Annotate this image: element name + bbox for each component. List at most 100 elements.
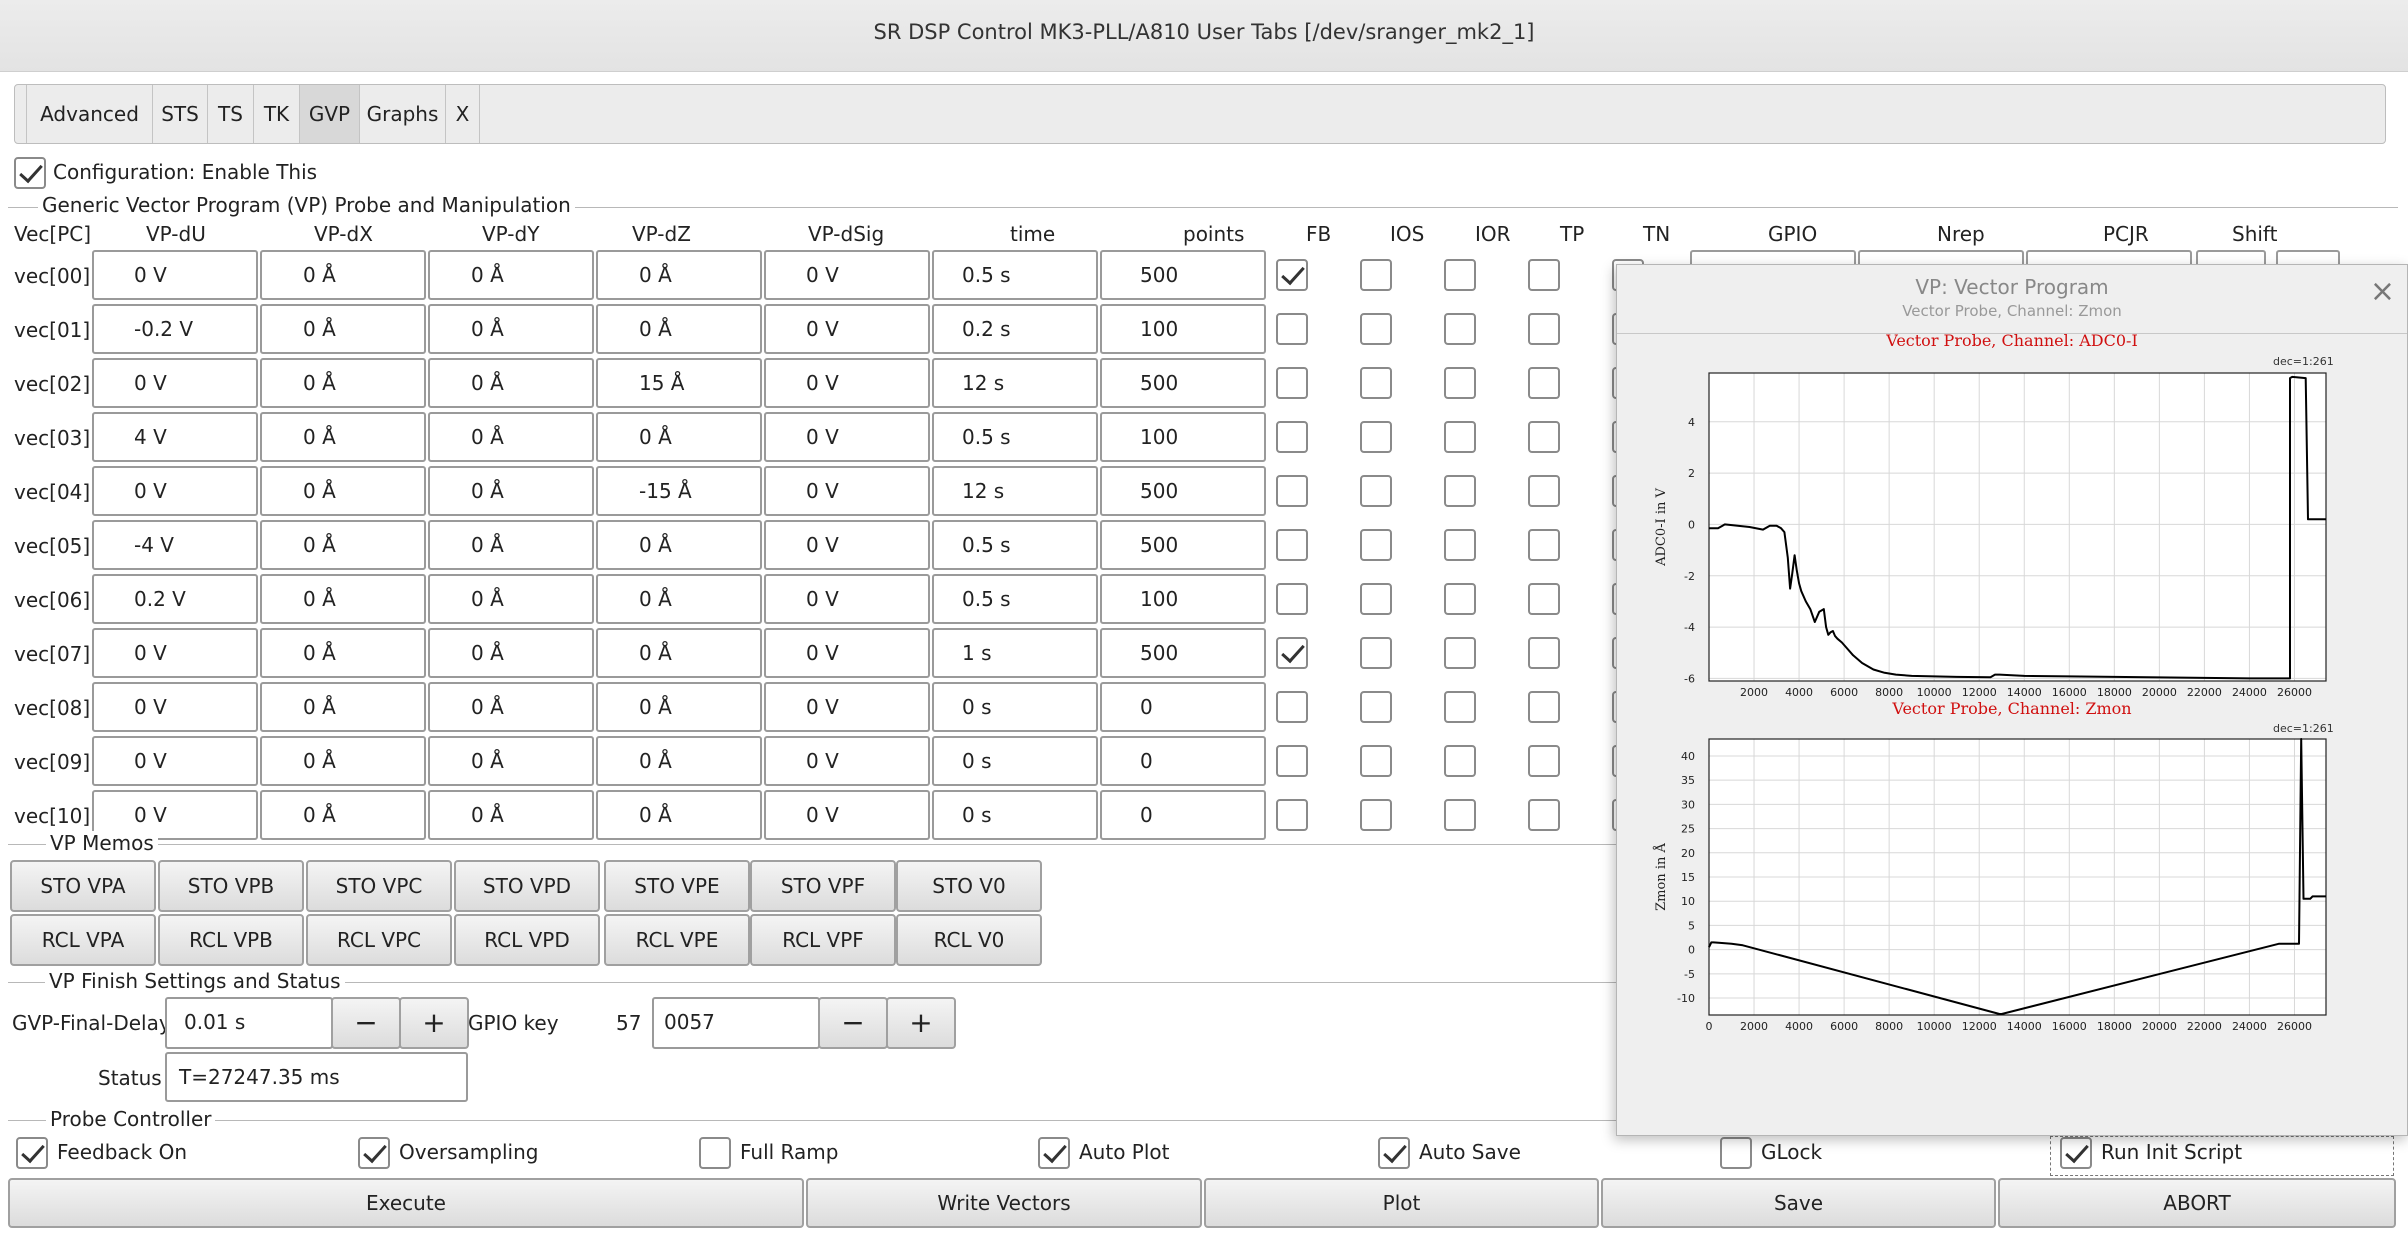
tab-graphs[interactable]: Graphs bbox=[360, 85, 446, 143]
vp-time-input[interactable]: 0.5 s bbox=[932, 412, 1098, 462]
ios-checkbox[interactable] bbox=[1360, 637, 1392, 669]
vp-dy-input[interactable]: 0 Å bbox=[428, 304, 594, 354]
sto-vpa-button[interactable]: STO VPA bbox=[10, 860, 156, 912]
ios-checkbox[interactable] bbox=[1360, 313, 1392, 345]
vp-points-input[interactable]: 500 bbox=[1100, 628, 1266, 678]
save-button[interactable]: Save bbox=[1601, 1178, 1996, 1228]
tab-sts[interactable]: STS bbox=[153, 85, 208, 143]
vp-du-input[interactable]: 0.2 V bbox=[92, 574, 258, 624]
fb-checkbox[interactable] bbox=[1276, 475, 1308, 507]
full-ramp-checkbox[interactable] bbox=[699, 1137, 731, 1169]
vp-time-input[interactable]: 12 s bbox=[932, 466, 1098, 516]
vp-du-input[interactable]: 0 V bbox=[92, 466, 258, 516]
vp-time-input[interactable]: 0.2 s bbox=[932, 304, 1098, 354]
vp-dy-input[interactable]: 0 Å bbox=[428, 358, 594, 408]
vp-dx-input[interactable]: 0 Å bbox=[260, 466, 426, 516]
sto-vpe-button[interactable]: STO VPE bbox=[604, 860, 750, 912]
tp-checkbox[interactable] bbox=[1528, 475, 1560, 507]
ior-checkbox[interactable] bbox=[1444, 799, 1476, 831]
fb-checkbox[interactable] bbox=[1276, 313, 1308, 345]
close-icon[interactable]: × bbox=[2370, 277, 2395, 307]
delay-increment-button[interactable]: + bbox=[399, 997, 469, 1049]
vp-dsig-input[interactable]: 0 V bbox=[764, 736, 930, 786]
vp-dz-input[interactable]: 0 Å bbox=[596, 736, 762, 786]
fb-checkbox[interactable] bbox=[1276, 529, 1308, 561]
vp-points-input[interactable]: 0 bbox=[1100, 682, 1266, 732]
fb-checkbox[interactable] bbox=[1276, 745, 1308, 777]
sto-vpc-button[interactable]: STO VPC bbox=[306, 860, 452, 912]
oversampling-checkbox[interactable] bbox=[358, 1137, 390, 1169]
rcl-vpa-button[interactable]: RCL VPA bbox=[10, 914, 156, 966]
tp-checkbox[interactable] bbox=[1528, 583, 1560, 615]
vp-dy-input[interactable]: 0 Å bbox=[428, 736, 594, 786]
vp-dz-input[interactable]: -15 Å bbox=[596, 466, 762, 516]
tp-checkbox[interactable] bbox=[1528, 745, 1560, 777]
sto-vpf-button[interactable]: STO VPF bbox=[750, 860, 896, 912]
fb-checkbox[interactable] bbox=[1276, 367, 1308, 399]
ior-checkbox[interactable] bbox=[1444, 583, 1476, 615]
fb-checkbox[interactable] bbox=[1276, 691, 1308, 723]
vp-points-input[interactable]: 0 bbox=[1100, 790, 1266, 840]
vp-du-input[interactable]: -4 V bbox=[92, 520, 258, 570]
vp-dsig-input[interactable]: 0 V bbox=[764, 628, 930, 678]
vp-dz-input[interactable]: 0 Å bbox=[596, 790, 762, 840]
tab-gvp[interactable]: GVP bbox=[300, 85, 360, 143]
vp-dsig-input[interactable]: 0 V bbox=[764, 412, 930, 462]
glock-checkbox[interactable] bbox=[1720, 1137, 1752, 1169]
vp-du-input[interactable]: 0 V bbox=[92, 628, 258, 678]
vp-dx-input[interactable]: 0 Å bbox=[260, 574, 426, 624]
vp-dz-input[interactable]: 0 Å bbox=[596, 412, 762, 462]
gpio-decrement-button[interactable]: − bbox=[818, 997, 888, 1049]
vp-dsig-input[interactable]: 0 V bbox=[764, 358, 930, 408]
vp-dx-input[interactable]: 0 Å bbox=[260, 628, 426, 678]
vp-dx-input[interactable]: 0 Å bbox=[260, 304, 426, 354]
vp-points-input[interactable]: 100 bbox=[1100, 412, 1266, 462]
vp-points-input[interactable]: 500 bbox=[1100, 466, 1266, 516]
tab-advanced[interactable]: Advanced bbox=[27, 85, 153, 143]
auto-save-checkbox[interactable] bbox=[1378, 1137, 1410, 1169]
vp-time-input[interactable]: 12 s bbox=[932, 358, 1098, 408]
vp-time-input[interactable]: 0 s bbox=[932, 790, 1098, 840]
ios-checkbox[interactable] bbox=[1360, 691, 1392, 723]
sto-vpd-button[interactable]: STO VPD bbox=[454, 860, 600, 912]
ior-checkbox[interactable] bbox=[1444, 691, 1476, 723]
write-vectors-button[interactable]: Write Vectors bbox=[806, 1178, 1202, 1228]
vp-points-input[interactable]: 500 bbox=[1100, 250, 1266, 300]
tp-checkbox[interactable] bbox=[1528, 313, 1560, 345]
ior-checkbox[interactable] bbox=[1444, 745, 1476, 777]
fb-checkbox[interactable] bbox=[1276, 637, 1308, 669]
vp-du-input[interactable]: -0.2 V bbox=[92, 304, 258, 354]
vp-du-input[interactable]: 0 V bbox=[92, 250, 258, 300]
vp-dx-input[interactable]: 0 Å bbox=[260, 250, 426, 300]
vp-time-input[interactable]: 1 s bbox=[932, 628, 1098, 678]
tab-ts[interactable]: TS bbox=[208, 85, 254, 143]
vp-dy-input[interactable]: 0 Å bbox=[428, 682, 594, 732]
vp-dx-input[interactable]: 0 Å bbox=[260, 736, 426, 786]
delay-input[interactable]: 0.01 s bbox=[165, 997, 333, 1049]
rcl-vpf-button[interactable]: RCL VPF bbox=[750, 914, 896, 966]
vp-dy-input[interactable]: 0 Å bbox=[428, 574, 594, 624]
vp-dsig-input[interactable]: 0 V bbox=[764, 574, 930, 624]
vp-dx-input[interactable]: 0 Å bbox=[260, 682, 426, 732]
vp-dz-input[interactable]: 0 Å bbox=[596, 574, 762, 624]
vp-du-input[interactable]: 0 V bbox=[92, 736, 258, 786]
vp-dy-input[interactable]: 0 Å bbox=[428, 520, 594, 570]
sto-vpb-button[interactable]: STO VPB bbox=[158, 860, 304, 912]
vp-time-input[interactable]: 0.5 s bbox=[932, 520, 1098, 570]
vp-dz-input[interactable]: 0 Å bbox=[596, 250, 762, 300]
rcl-vpe-button[interactable]: RCL VPE bbox=[604, 914, 750, 966]
ios-checkbox[interactable] bbox=[1360, 421, 1392, 453]
vp-dz-input[interactable]: 0 Å bbox=[596, 682, 762, 732]
ios-checkbox[interactable] bbox=[1360, 475, 1392, 507]
fb-checkbox[interactable] bbox=[1276, 799, 1308, 831]
vp-dx-input[interactable]: 0 Å bbox=[260, 790, 426, 840]
gpio-increment-button[interactable]: + bbox=[886, 997, 956, 1049]
vp-dsig-input[interactable]: 0 V bbox=[764, 520, 930, 570]
fb-checkbox[interactable] bbox=[1276, 583, 1308, 615]
vp-du-input[interactable]: 4 V bbox=[92, 412, 258, 462]
ior-checkbox[interactable] bbox=[1444, 475, 1476, 507]
vector-program-popup[interactable]: VP: Vector Program Vector Probe, Channel… bbox=[1616, 264, 2408, 1136]
vp-time-input[interactable]: 0 s bbox=[932, 736, 1098, 786]
vp-points-input[interactable]: 100 bbox=[1100, 574, 1266, 624]
vp-time-input[interactable]: 0 s bbox=[932, 682, 1098, 732]
